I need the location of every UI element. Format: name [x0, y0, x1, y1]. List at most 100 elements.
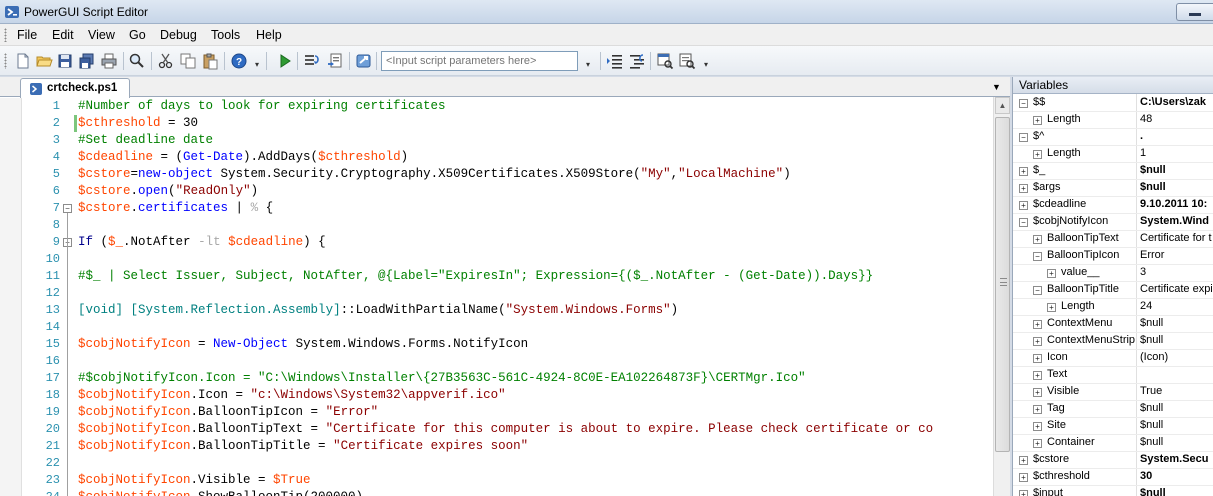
expand-icon[interactable]: + [1019, 490, 1028, 496]
fold-collapse-icon[interactable]: − [63, 204, 72, 213]
print-button[interactable] [100, 52, 118, 70]
new-file-button[interactable] [14, 52, 32, 70]
variable-row[interactable]: + Length 24 [1013, 299, 1213, 316]
expand-icon[interactable]: + [1033, 439, 1042, 448]
expand-icon[interactable]: + [1019, 456, 1028, 465]
variable-row[interactable]: − BalloonTipIcon Error [1013, 248, 1213, 265]
toggle-breakpoint-button[interactable] [656, 52, 674, 70]
variable-row[interactable]: + Text [1013, 367, 1213, 384]
indent-button[interactable] [606, 52, 624, 70]
expand-icon[interactable]: + [1019, 473, 1028, 482]
variable-row[interactable]: + Length 48 [1013, 112, 1213, 129]
open-file-button[interactable] [35, 52, 53, 70]
variable-row[interactable]: + Visible True [1013, 384, 1213, 401]
copy-button[interactable] [179, 52, 197, 70]
variable-row[interactable]: + value__ 3 [1013, 265, 1213, 282]
variable-row[interactable]: − $^. [1013, 129, 1213, 146]
toolbar-overflow-icon[interactable]: ▾ [704, 60, 708, 69]
expand-icon[interactable]: + [1033, 422, 1042, 431]
menu-tools[interactable]: Tools [211, 28, 240, 42]
variable-row[interactable]: + Container $null [1013, 435, 1213, 452]
menu-edit[interactable]: Edit [52, 28, 74, 42]
expand-icon[interactable]: + [1033, 405, 1042, 414]
code-line[interactable]: [void] [System.Reflection.Assembly]::Loa… [78, 302, 678, 319]
expand-icon[interactable]: + [1019, 167, 1028, 176]
variable-row[interactable]: − $cobjNotifyIcon System.Wind [1013, 214, 1213, 231]
tab-crtcheck[interactable]: crtcheck.ps1 [20, 78, 130, 98]
variable-row[interactable]: + Icon (Icon) [1013, 350, 1213, 367]
code-line[interactable]: #Set deadline date [78, 132, 213, 149]
code-line[interactable]: $cobjNotifyIcon.ShowBalloonTip(200000) [78, 489, 363, 496]
code-line[interactable]: If ($_.NotAfter -lt $cdeadline) { [78, 234, 326, 251]
step-into-button[interactable] [303, 52, 321, 70]
cut-button[interactable] [157, 52, 175, 70]
code-line[interactable]: $cstore.open("ReadOnly") [78, 183, 258, 200]
collapse-icon[interactable]: − [1019, 218, 1028, 227]
find-button[interactable] [128, 52, 146, 70]
code-line[interactable]: #Number of days to look for expiring cer… [78, 98, 446, 115]
variable-row[interactable]: − BalloonTipTitle Certificate expi [1013, 282, 1213, 299]
code-area[interactable]: #Number of days to look for expiring cer… [76, 98, 993, 496]
variable-row[interactable]: + ContextMenuStrip $null [1013, 333, 1213, 350]
code-line[interactable]: $cobjNotifyIcon.BalloonTipTitle = "Certi… [78, 438, 528, 455]
expand-icon[interactable]: + [1033, 116, 1042, 125]
expand-icon[interactable]: + [1019, 201, 1028, 210]
code-line[interactable]: $cobjNotifyIcon.BalloonTipIcon = "Error" [78, 404, 378, 421]
variable-row[interactable]: + ContextMenu $null [1013, 316, 1213, 333]
expand-icon[interactable]: + [1019, 184, 1028, 193]
save-button[interactable] [56, 52, 74, 70]
code-line[interactable]: #$_ | Select Issuer, Subject, NotAfter, … [78, 268, 873, 285]
help-button[interactable]: ? [230, 52, 248, 70]
minimize-button[interactable] [1176, 3, 1213, 21]
help-dropdown-icon[interactable]: ▾ [255, 60, 259, 69]
variable-row[interactable]: + $cstore System.Secu [1013, 452, 1213, 469]
run-with-params-button[interactable] [355, 52, 373, 70]
collapse-icon[interactable]: − [1033, 252, 1042, 261]
variable-row[interactable]: − $$ C:\Users\zak [1013, 95, 1213, 112]
expand-icon[interactable]: + [1033, 388, 1042, 397]
expand-icon[interactable]: + [1047, 269, 1056, 278]
expand-icon[interactable]: + [1047, 303, 1056, 312]
code-line[interactable]: $cobjNotifyIcon.Icon = "c:\Windows\Syste… [78, 387, 506, 404]
collapse-icon[interactable]: − [1019, 133, 1028, 142]
scroll-up-icon[interactable]: ▲ [995, 97, 1010, 114]
menu-go[interactable]: Go [129, 28, 146, 42]
save-all-button[interactable] [78, 52, 96, 70]
code-line[interactable]: $cobjNotifyIcon.BalloonTipText = "Certif… [78, 421, 933, 438]
variable-row[interactable]: + BalloonTipText Certificate for t [1013, 231, 1213, 248]
step-over-button[interactable] [326, 52, 344, 70]
variable-row[interactable]: + $args $null [1013, 180, 1213, 197]
editor-vertical-scrollbar[interactable]: ▲ [993, 97, 1010, 496]
menu-view[interactable]: View [88, 28, 115, 42]
code-line[interactable]: $cstore.certificates | % { [78, 200, 273, 217]
run-button[interactable] [276, 52, 294, 70]
toolbar-grip[interactable] [4, 53, 7, 69]
variable-row[interactable]: + Site $null [1013, 418, 1213, 435]
menu-help[interactable]: Help [256, 28, 282, 42]
code-line[interactable]: $cobjNotifyIcon = New-Object System.Wind… [78, 336, 528, 353]
paste-button[interactable] [201, 52, 219, 70]
expand-icon[interactable]: + [1033, 371, 1042, 380]
script-explorer-button[interactable] [678, 52, 696, 70]
variable-row[interactable]: + Length 1 [1013, 146, 1213, 163]
tab-list-dropdown-icon[interactable]: ▼ [992, 82, 1001, 92]
variable-row[interactable]: + $_ $null [1013, 163, 1213, 180]
code-line[interactable]: #$cobjNotifyIcon.Icon = "C:\Windows\Inst… [78, 370, 806, 387]
variable-row[interactable]: + $input $null [1013, 486, 1213, 496]
params-dropdown-icon[interactable]: ▾ [586, 60, 590, 69]
collapse-icon[interactable]: − [1033, 286, 1042, 295]
scrollbar-thumb[interactable] [995, 117, 1010, 452]
script-parameters-input[interactable] [381, 51, 578, 71]
menubar-grip[interactable] [4, 28, 7, 42]
variable-row[interactable]: + Tag $null [1013, 401, 1213, 418]
expand-icon[interactable]: + [1033, 320, 1042, 329]
collapse-icon[interactable]: − [1019, 99, 1028, 108]
expand-icon[interactable]: + [1033, 150, 1042, 159]
code-line[interactable]: $cthreshold = 30 [78, 115, 198, 132]
expand-icon[interactable]: + [1033, 354, 1042, 363]
code-line[interactable]: $cdeadline = (Get-Date).AddDays($cthresh… [78, 149, 408, 166]
variable-row[interactable]: + $cthreshold 30 [1013, 469, 1213, 486]
menu-debug[interactable]: Debug [160, 28, 197, 42]
code-line[interactable]: $cobjNotifyIcon.Visible = $True [78, 472, 311, 489]
expand-icon[interactable]: + [1033, 235, 1042, 244]
